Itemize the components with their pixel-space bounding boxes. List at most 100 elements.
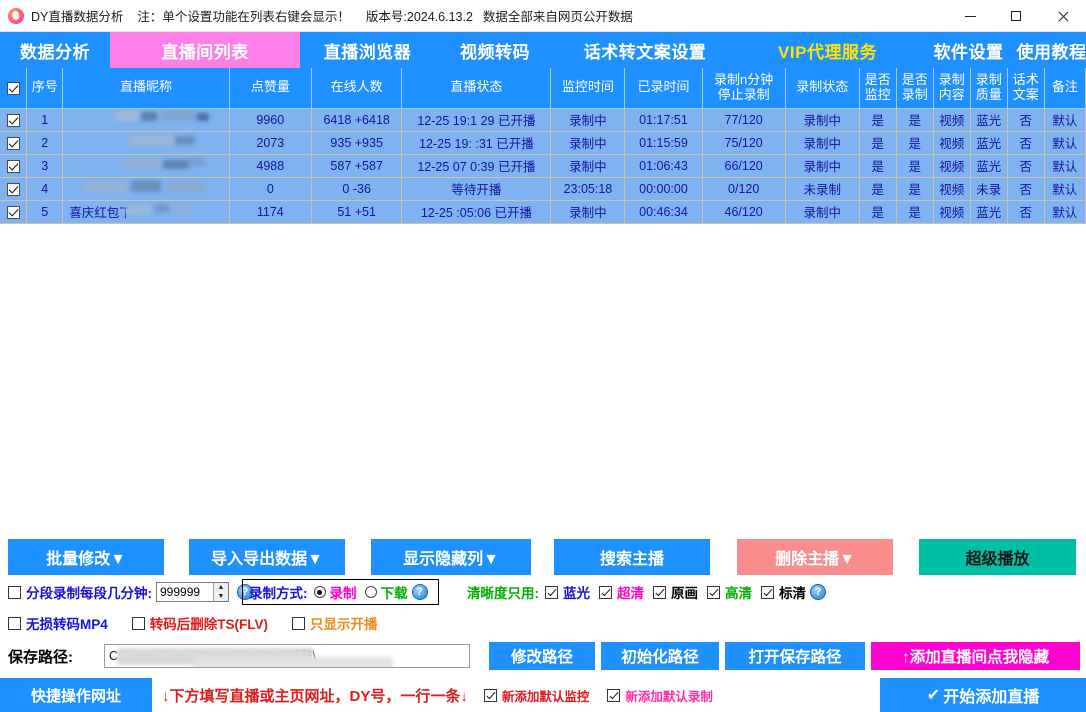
quality-checkbox[interactable] xyxy=(599,585,612,599)
cell-remark[interactable]: 默认 xyxy=(1044,108,1086,132)
cell-script[interactable]: 否 xyxy=(1007,131,1045,155)
cell-likes[interactable]: 1174 xyxy=(229,200,312,224)
column-header-11[interactable]: 录制 内容 xyxy=(933,68,971,109)
cell-content[interactable]: 视频 xyxy=(933,131,971,155)
table-row[interactable]: 1 9960 6418 +6418 12-25 19:1 29 已开播 录制中 01:17… xyxy=(0,108,1086,132)
cell-is_monitor[interactable]: 是 xyxy=(859,154,897,178)
column-header-2[interactable]: 点赞量 xyxy=(229,68,312,109)
select-all-checkbox[interactable] xyxy=(6,81,20,95)
action-button-4[interactable]: 删除主播▼ xyxy=(737,539,893,575)
record-mode-radio[interactable] xyxy=(364,586,377,598)
stepper-arrows[interactable]: ▲ ▼ xyxy=(213,583,228,601)
cell-monitor_time[interactable]: 录制中 xyxy=(550,108,626,132)
cell-is_record[interactable]: 是 xyxy=(896,154,934,178)
record-mode-option-0[interactable]: 录制 xyxy=(313,582,357,602)
cell-monitor_time[interactable]: 录制中 xyxy=(550,200,626,224)
cell-record_state[interactable]: 录制中 xyxy=(785,200,860,224)
cell-is_monitor[interactable]: 是 xyxy=(859,108,897,132)
start-add-live-button[interactable]: ✔ 开始添加直播 xyxy=(880,678,1086,712)
cell-is_record[interactable]: 是 xyxy=(896,108,934,132)
quality-help-icon[interactable]: ? xyxy=(810,584,826,600)
cell-content[interactable]: 视频 xyxy=(933,108,971,132)
column-header-14[interactable]: 备注 xyxy=(1044,68,1086,109)
cell-nickname[interactable] xyxy=(62,177,230,201)
cell-recorded_time[interactable]: 00:46:34 xyxy=(624,200,703,224)
cell-record_state[interactable]: 录制中 xyxy=(785,108,860,132)
cell-stop_after[interactable]: 66/120 xyxy=(702,154,786,178)
cell-status[interactable]: 12-25 :05:06 已开播 xyxy=(401,200,552,224)
cell-likes[interactable]: 4988 xyxy=(229,154,312,178)
cell-content[interactable]: 视频 xyxy=(933,154,971,178)
tab-4[interactable]: 话术转文案设置 xyxy=(555,32,735,68)
quality-filter-group[interactable]: 清晰度只用: 蓝光 超清 原画 高清 标清 ? xyxy=(467,582,830,602)
row-select-cell[interactable] xyxy=(0,108,28,132)
action-button-1[interactable]: 导入导出数据▼ xyxy=(189,539,345,575)
bottom-checkbox[interactable] xyxy=(607,688,621,702)
cell-index[interactable]: 3 xyxy=(26,154,64,178)
cell-quality[interactable]: 未录 xyxy=(970,177,1008,201)
path-button-1[interactable]: 初始化路径 xyxy=(601,642,719,670)
cell-content[interactable]: 视频 xyxy=(933,200,971,224)
path-button-2[interactable]: 打开保存路径 xyxy=(725,642,865,670)
row-select-cell[interactable] xyxy=(0,200,28,224)
table-row[interactable]: 2 2073 935 +935 12-25 19: :31 已开播 录制中 01:15:5… xyxy=(0,131,1086,155)
cell-index[interactable]: 2 xyxy=(26,131,64,155)
cell-stop_after[interactable]: 77/120 xyxy=(702,108,786,132)
quick-url-label[interactable]: 快捷操作网址 xyxy=(0,678,152,712)
transcode-option-2[interactable]: 只显示开播 xyxy=(292,613,378,633)
cell-recorded_time[interactable]: 00:00:00 xyxy=(624,177,703,201)
cell-index[interactable]: 4 xyxy=(26,177,64,201)
cell-is_record[interactable]: 是 xyxy=(896,200,934,224)
cell-content[interactable]: 视频 xyxy=(933,177,971,201)
column-header-4[interactable]: 直播状态 xyxy=(401,68,552,109)
cell-script[interactable]: 否 xyxy=(1007,108,1045,132)
cell-monitor_time[interactable]: 23:05:18 xyxy=(550,177,626,201)
cell-nickname[interactable] xyxy=(62,154,230,178)
cell-monitor_time[interactable]: 录制中 xyxy=(550,154,626,178)
cell-record_state[interactable]: 录制中 xyxy=(785,154,860,178)
cell-likes[interactable]: 9960 xyxy=(229,108,312,132)
segment-record-checkbox[interactable] xyxy=(8,585,21,599)
cell-status[interactable]: 12-25 19: :31 已开播 xyxy=(401,131,552,155)
action-button-0[interactable]: 批量修改▼ xyxy=(8,539,164,575)
cell-online[interactable]: 51 +51 xyxy=(311,200,403,224)
select-all-header[interactable] xyxy=(0,68,28,109)
path-button-3[interactable]: ↑添加直播间点我隐藏 xyxy=(871,642,1080,670)
cell-quality[interactable]: 蓝光 xyxy=(970,154,1008,178)
segment-record-option[interactable]: 分段录制每段几分钟: ▲ ▼ ? xyxy=(8,582,257,602)
cell-online[interactable]: 587 +587 xyxy=(311,154,403,178)
column-header-10[interactable]: 是否 录制 xyxy=(896,68,934,109)
row-checkbox[interactable] xyxy=(6,136,20,150)
record-mode-group[interactable]: 录制方式: 录制 下载 ? xyxy=(242,579,439,605)
quality-checkbox[interactable] xyxy=(761,585,774,599)
tab-6[interactable]: 软件设置 xyxy=(920,32,1017,68)
column-header-8[interactable]: 录制状态 xyxy=(785,68,860,109)
quality-checkbox[interactable] xyxy=(653,585,666,599)
transcode-checkbox[interactable] xyxy=(131,616,145,630)
transcode-option-0[interactable]: 无损转码MP4 xyxy=(8,613,108,633)
cell-status[interactable]: 12-25 07 0:39 已开播 xyxy=(401,154,552,178)
cell-script[interactable]: 否 xyxy=(1007,200,1045,224)
quality-option-3[interactable]: 高清 xyxy=(707,582,752,602)
quality-checkbox[interactable] xyxy=(707,585,720,599)
cell-online[interactable]: 0 -36 xyxy=(311,177,403,201)
cell-recorded_time[interactable]: 01:15:59 xyxy=(624,131,703,155)
cell-is_record[interactable]: 是 xyxy=(896,131,934,155)
cell-quality[interactable]: 蓝光 xyxy=(970,131,1008,155)
cell-script[interactable]: 否 xyxy=(1007,177,1045,201)
transcode-option-1[interactable]: 转码后删除TS(FLV) xyxy=(131,613,268,633)
cell-is_monitor[interactable]: 是 xyxy=(859,200,897,224)
bottom-check-1[interactable]: 新添加默认录制 xyxy=(607,686,713,705)
cell-nickname[interactable] xyxy=(62,131,230,155)
tab-5[interactable]: VIP代理服务 xyxy=(735,32,920,68)
cell-stop_after[interactable]: 75/120 xyxy=(702,131,786,155)
action-button-row[interactable]: 批量修改▼ 导入导出数据▼ 显示隐藏列▼ 搜索主播 删除主播▼ 超级播放 xyxy=(0,536,1086,578)
save-path-input[interactable]: C:\Users\Administrator\Desktop\对联\ xyxy=(104,644,470,668)
record-mode-radio[interactable] xyxy=(313,586,326,598)
cell-online[interactable]: 935 +935 xyxy=(311,131,403,155)
tab-2[interactable]: 直播浏览器 xyxy=(300,32,435,68)
table-body[interactable]: 1 9960 6418 +6418 12-25 19:1 29 已开播 录制中 01:17… xyxy=(0,108,1086,224)
cell-is_monitor[interactable]: 是 xyxy=(859,131,897,155)
tab-7[interactable]: 使用教程 xyxy=(1017,32,1086,68)
cell-remark[interactable]: 默认 xyxy=(1044,154,1086,178)
